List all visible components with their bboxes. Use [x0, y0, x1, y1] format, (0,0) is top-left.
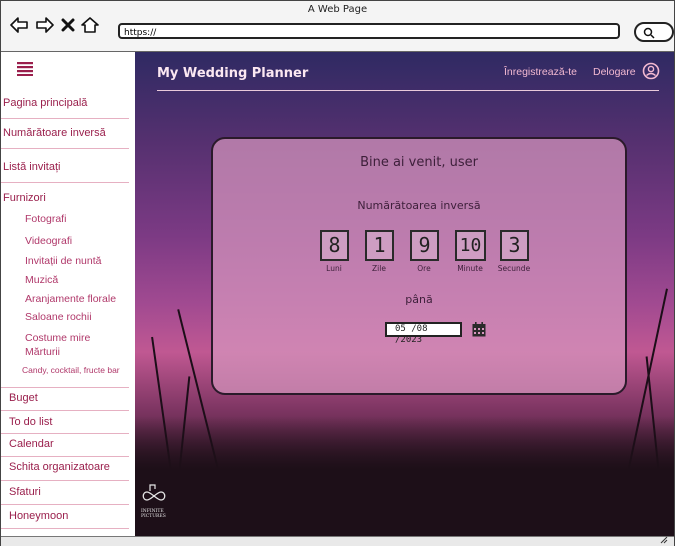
header-divider [157, 90, 659, 91]
countdown-title: Numărătoarea inversă [357, 199, 481, 212]
back-arrow-icon[interactable] [9, 17, 29, 33]
sidebar-item-label: Buget [9, 392, 38, 404]
countdown-label: Luni [326, 264, 342, 273]
sidebar-item-label: Pagina principală [3, 97, 88, 109]
sidebar-item-vendors[interactable]: Furnizori [3, 192, 131, 204]
wedding-date-input[interactable]: 05 /08 /2023 [385, 322, 462, 345]
sidebar-subitem-music[interactable]: Muzică [25, 274, 58, 286]
sidebar-item-label: Listă invitați [3, 161, 61, 173]
window-title: A Web Page [307, 4, 368, 15]
menu-icon[interactable] [17, 61, 33, 80]
countdown-days: 1 [365, 230, 394, 261]
sidebar-subitem-photographers[interactable]: Fotografi [25, 213, 66, 225]
resize-grip-icon[interactable] [660, 536, 668, 544]
countdown-card: Bine ai venit, user Numărătoarea inversă… [211, 137, 627, 395]
sidebar-subitem-invitations[interactable]: Invitații de nuntă [25, 255, 101, 267]
sidebar-divider [1, 182, 129, 183]
search-button[interactable] [634, 22, 674, 42]
sidebar-item-organizer[interactable]: Schita organizatoare [9, 461, 137, 473]
sidebar-subitem-videographers[interactable]: Videografi [25, 235, 72, 247]
sidebar-subitem-flowers[interactable]: Aranjamente florale [25, 293, 116, 305]
countdown-label: Secunde [497, 264, 531, 273]
sidebar-divider [1, 433, 129, 434]
url-bar[interactable]: https:// [118, 23, 620, 39]
countdown-minutes: 10 [455, 230, 486, 261]
sidebar-item-budget[interactable]: Buget [9, 392, 137, 404]
sidebar: Pagina principală Numărătoare inversă Li… [1, 52, 135, 536]
search-icon [643, 27, 655, 39]
user-icon[interactable] [642, 62, 660, 84]
sidebar-item-label: Schita organizatoare [9, 461, 110, 473]
sidebar-subitem-favors[interactable]: Mărturii [25, 346, 60, 358]
brand-title[interactable]: My Wedding Planner [157, 66, 308, 81]
sidebar-divider [1, 148, 129, 149]
status-bar [1, 536, 674, 546]
countdown-seconds: 3 [500, 230, 529, 261]
logo-text: INFINITE PICTURES [141, 509, 166, 519]
sidebar-item-honeymoon[interactable]: Honeymoon [9, 510, 137, 522]
close-icon[interactable] [61, 18, 75, 32]
sidebar-item-label: Furnizori [3, 192, 46, 204]
sidebar-item-countdown[interactable]: Numărătoare inversă [3, 127, 131, 139]
home-icon[interactable] [81, 17, 99, 33]
ground-silhouette [135, 416, 674, 536]
date-value: 05 /08 /2023 [395, 324, 428, 345]
countdown-hours: 9 [410, 230, 439, 261]
browser-window: A Web Page https:// Pagina principală Nu… [0, 0, 675, 546]
sidebar-item-label: Numărătoare inversă [3, 127, 106, 139]
until-label: până [405, 293, 433, 306]
sidebar-divider [1, 504, 129, 505]
countdown-months: 8 [320, 230, 349, 261]
sidebar-item-todo[interactable]: To do list [9, 416, 137, 428]
sidebar-item-guests[interactable]: Listă invitați [3, 161, 131, 173]
logout-link[interactable]: Delogare [593, 66, 636, 78]
sidebar-divider [1, 410, 129, 411]
sidebar-divider [1, 118, 129, 119]
sidebar-item-label: Sfaturi [9, 486, 41, 498]
welcome-message: Bine ai venit, user [360, 155, 478, 170]
sidebar-item-tips[interactable]: Sfaturi [9, 486, 137, 498]
register-link[interactable]: Înregistrează-te [504, 66, 577, 78]
forward-arrow-icon[interactable] [35, 17, 55, 33]
nav-controls [9, 17, 99, 33]
sidebar-subitem-suits[interactable]: Costume mire [25, 332, 90, 344]
url-text: https:// [124, 28, 157, 38]
sidebar-item-label: To do list [9, 416, 53, 428]
sidebar-subitem-candy-bar[interactable]: Candy, cocktail, fructe bar [22, 365, 120, 375]
countdown-label: Minute [457, 264, 483, 273]
sidebar-divider [1, 480, 129, 481]
sidebar-divider [1, 456, 129, 457]
sidebar-item-home[interactable]: Pagina principală [3, 97, 131, 109]
sidebar-divider [1, 387, 129, 388]
sidebar-item-label: Honeymoon [9, 510, 69, 522]
infinite-pictures-logo [141, 482, 167, 512]
sidebar-divider [1, 528, 129, 529]
sidebar-item-label: Calendar [9, 438, 54, 450]
countdown-label: Zile [372, 264, 386, 273]
sidebar-subitem-dresses[interactable]: Saloane rochii [25, 311, 92, 323]
countdown-label: Ore [417, 264, 431, 273]
sidebar-item-calendar[interactable]: Calendar [9, 438, 137, 450]
hero-background: My Wedding Planner Înregistrează-te Delo… [135, 52, 674, 536]
calendar-icon[interactable] [472, 322, 486, 341]
